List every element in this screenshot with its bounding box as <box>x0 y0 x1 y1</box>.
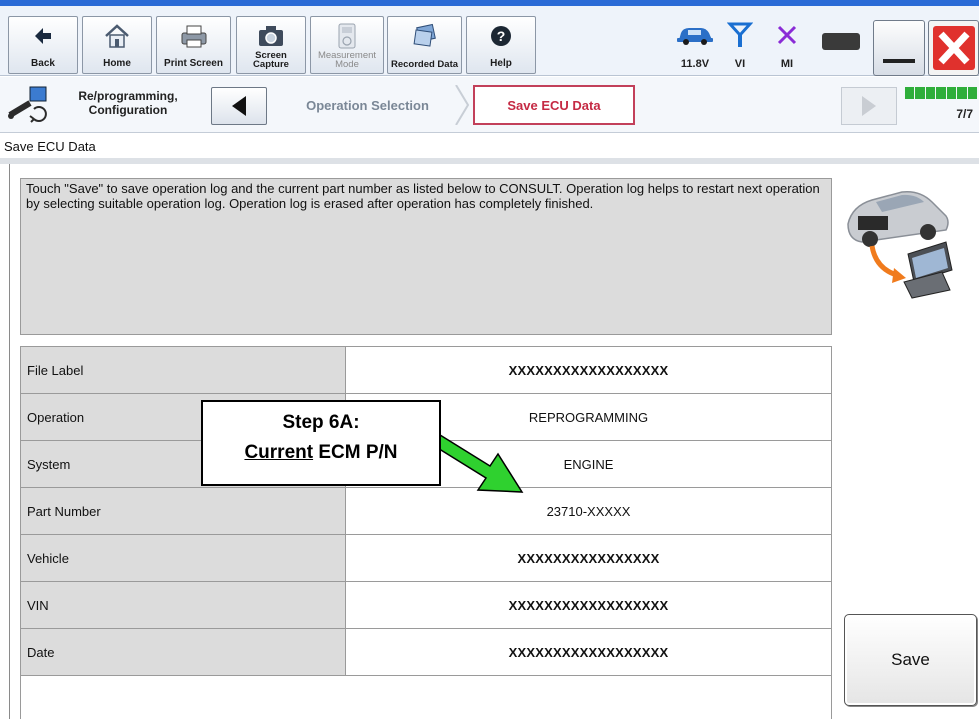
print-screen-button[interactable]: Print Screen <box>156 16 231 74</box>
svg-text:?: ? <box>497 28 506 44</box>
measurement-mode-button[interactable]: Measurement Mode <box>310 16 384 74</box>
instructions-text: Touch "Save" to save operation log and t… <box>20 178 832 335</box>
callout-step-label: Step 6A: <box>282 412 360 433</box>
step-progress: 7/7 <box>905 87 977 127</box>
screen-capture-button[interactable]: Screen Capture <box>236 16 306 74</box>
help-label: Help <box>490 58 512 69</box>
mi-status: MI <box>762 16 812 74</box>
progress-segment <box>967 87 977 99</box>
row-label: Date <box>20 628 346 676</box>
home-label: Home <box>103 58 131 69</box>
progress-segment <box>957 87 967 99</box>
save-button[interactable]: Save <box>844 614 977 706</box>
row-label: Part Number <box>20 487 346 535</box>
breadcrumb-operation-selection: Operation Selection <box>275 85 460 125</box>
table-row: Part Number 23710-XXXXX <box>20 487 832 535</box>
battery-icon <box>822 33 860 50</box>
callout-description-rest: ECM P/N <box>313 442 398 463</box>
navigation-bar: Re/programming, Configuration Operation … <box>0 77 979 133</box>
breadcrumb-operation-selection-label: Operation Selection <box>306 97 429 113</box>
row-value: XXXXXXXXXXXXXXXXXX <box>345 628 832 676</box>
x-mark-icon <box>762 20 812 50</box>
recorded-data-button[interactable]: Recorded Data <box>387 16 462 74</box>
page-title: Save ECU Data <box>0 136 979 158</box>
recorded-data-icon <box>388 22 461 50</box>
minimize-icon <box>883 59 915 63</box>
help-icon: ? <box>467 22 535 50</box>
empty-cell <box>20 675 832 719</box>
vi-status: VI <box>715 16 765 74</box>
nav-back-arrow-icon <box>232 96 246 116</box>
row-value: XXXXXXXXXXXXXXXXXX <box>345 346 832 394</box>
help-button[interactable]: ? Help <box>466 16 536 74</box>
table-row: File Label XXXXXXXXXXXXXXXXXX <box>20 346 832 394</box>
callout-arrow-icon <box>428 428 524 493</box>
progress-segment <box>925 87 936 99</box>
callout-description: Current ECM P/N <box>203 442 439 464</box>
progress-segment <box>936 87 946 99</box>
reprogramming-icon <box>6 85 56 125</box>
car-icon <box>670 20 720 50</box>
section-label-line2: Configuration <box>88 103 168 117</box>
section-label-line1: Re/programming, <box>78 89 178 103</box>
section-label: Re/programming, Configuration <box>58 89 198 117</box>
row-value: XXXXXXXXXXXXXXXX <box>345 534 832 582</box>
back-button[interactable]: Back <box>8 16 78 74</box>
step-callout: Step 6A: Current ECM P/N <box>201 400 441 486</box>
row-label: VIN <box>20 581 346 629</box>
antenna-icon <box>715 20 765 50</box>
recorded-data-label: Recorded Data <box>390 59 459 70</box>
battery-voltage: 11.8V <box>680 58 710 70</box>
back-label: Back <box>31 58 55 69</box>
row-label: Vehicle <box>20 534 346 582</box>
battery-voltage-status: 11.8V <box>670 16 720 74</box>
row-label: File Label <box>20 346 346 394</box>
page-count: 7/7 <box>956 107 973 121</box>
toolbar: Back Home Print Screen Screen Capture Me… <box>0 6 979 76</box>
nav-forward-button[interactable] <box>841 87 897 125</box>
vi-label: VI <box>734 58 746 70</box>
progress-bar <box>905 87 977 99</box>
home-icon <box>83 22 151 50</box>
table-row: Date XXXXXXXXXXXXXXXXXX <box>20 628 832 676</box>
car-to-laptop-illustration <box>842 182 954 300</box>
home-button[interactable]: Home <box>82 16 152 74</box>
breadcrumb-save-ecu-data: Save ECU Data <box>473 85 635 125</box>
breadcrumb-separator-icon <box>455 85 470 125</box>
minimize-button[interactable] <box>873 20 925 76</box>
callout-underlined-word: Current <box>244 442 314 463</box>
measurement-mode-label: Measurement Mode <box>317 50 377 70</box>
table-empty-row <box>20 675 832 719</box>
row-value: XXXXXXXXXXXXXXXXXX <box>345 581 832 629</box>
meter-icon <box>311 22 383 50</box>
breadcrumb-save-ecu-data-label: Save ECU Data <box>507 97 601 113</box>
screen-capture-label: Screen Capture <box>253 50 289 70</box>
close-button[interactable] <box>928 20 979 76</box>
table-row: Vehicle XXXXXXXXXXXXXXXX <box>20 534 832 582</box>
camera-icon <box>237 22 305 50</box>
nav-forward-arrow-icon <box>862 96 876 116</box>
close-icon <box>932 26 975 70</box>
nav-back-button[interactable] <box>211 87 267 125</box>
mi-label: MI <box>780 58 794 70</box>
consult-window: Back Home Print Screen Screen Capture Me… <box>0 0 979 719</box>
print-screen-label: Print Screen <box>164 58 223 69</box>
progress-segment <box>915 87 925 99</box>
table-row: VIN XXXXXXXXXXXXXXXXXX <box>20 581 832 629</box>
printer-icon <box>157 22 230 50</box>
progress-segment <box>905 87 915 99</box>
row-value: 23710-XXXXX <box>345 487 832 535</box>
progress-segment <box>946 87 957 99</box>
back-arrow-icon <box>9 22 77 50</box>
